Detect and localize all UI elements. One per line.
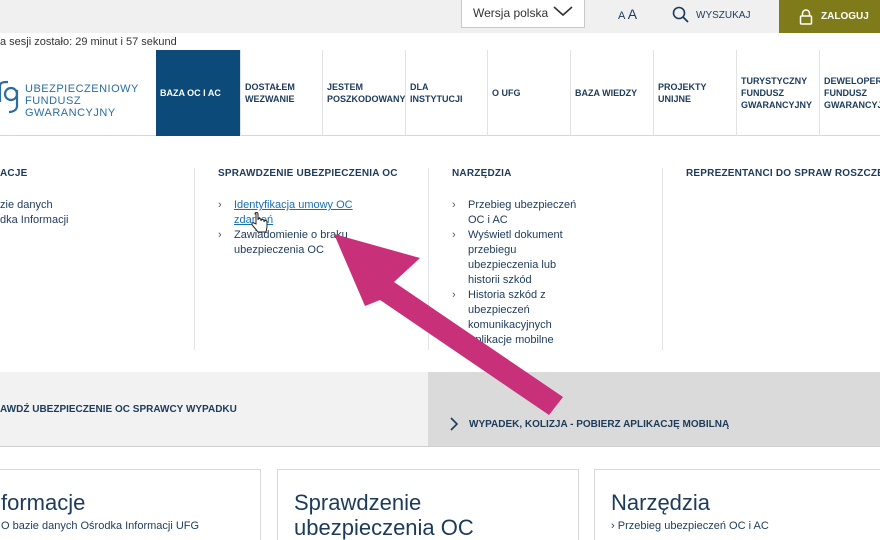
nav-item-label: BAZA OC I AC <box>160 88 221 98</box>
card-sub: O bazie danych Ośrodka Informacji UFG <box>1 520 200 532</box>
ufg-logo[interactable]: UBEZPIECZENIOWY FUNDUSZ GWARANCYJNY <box>0 66 139 122</box>
login-label: ZALOGUJ <box>821 11 869 22</box>
mega-link-label: Przebieg ubezpieczeń OC i AC <box>468 199 577 226</box>
nav-item-baza-wiedzy[interactable]: BAZA WIEDZY <box>570 50 653 136</box>
mega-col-reprezentanci: REPREZENTANCI DO SPRAW ROSZCZEŃ <box>686 168 880 179</box>
card-sprawdzenie[interactable]: Sprawdzenie ubezpieczenia OC <box>277 469 579 540</box>
search-icon <box>672 6 689 23</box>
search-label: WYSZUKAJ <box>696 9 751 21</box>
banner-left-label: AWDŹ UBEZPIECZENIE OC SPRAWCY WYPADKU <box>0 404 237 415</box>
nav-item-label: BAZA WIEDZY <box>575 88 638 98</box>
nav-item-label: DEWELOPER FUNDUSZ GWARANCYJNY <box>824 76 880 110</box>
mega-link-label: dka Informacji <box>0 214 69 226</box>
mega-link-label: Zawiadomienie o braku ubezpieczenia OC <box>234 229 348 256</box>
site-header: UBEZPIECZENIOWY FUNDUSZ GWARANCYJNY BAZA… <box>0 50 880 136</box>
banner-pobierz-aplikacje[interactable]: WYPADEK, KOLIZJA - POBIERZ APLIKACJĘ MOB… <box>428 372 880 446</box>
chevron-right-icon: › <box>452 199 456 211</box>
logo-line-2: FUNDUSZ <box>25 95 82 107</box>
column-divider <box>428 168 429 350</box>
card-informacje[interactable]: formacje O bazie danych Ośrodka Informac… <box>0 469 261 540</box>
nav-item-projekty-unijne[interactable]: PROJEKTY UNIJNE <box>653 50 736 136</box>
mega-menu: ACJE zie danych dka Informacji SPRAWDZEN… <box>0 137 880 372</box>
language-select-value: Wersja polska <box>473 6 549 20</box>
card-title-line-2: ubezpieczenia OC <box>294 515 474 540</box>
nav-item-label: O UFG <box>492 88 521 98</box>
card-sub: › Przebieg ubezpieczeń OC i AC <box>611 520 880 532</box>
column-divider <box>662 168 663 350</box>
mega-link-historia-szkod[interactable]: › Historia szkód z ubezpieczeń komunikacy… <box>452 288 582 333</box>
mega-link-aplikacje[interactable]: › Aplikacje mobilne <box>452 333 582 348</box>
column-divider <box>194 168 195 350</box>
nav-item-deweloper-fundusz[interactable]: DEWELOPER FUNDUSZ GWARANCYJNY <box>819 50 880 136</box>
font-size-small[interactable]: A <box>618 10 625 22</box>
chevron-right-icon: › <box>611 520 618 532</box>
chevron-right-icon <box>450 417 459 431</box>
card-sub-label: Przebieg ubezpieczeń OC i AC <box>617 520 769 532</box>
font-size-toggle[interactable]: A A <box>618 6 637 22</box>
top-utility-bar: Wersja polska A A WYSZUKAJ ZALOGUJ <box>0 0 880 33</box>
nav-item-o-ufg[interactable]: O UFG <box>487 50 570 136</box>
banner-right-label: WYPADEK, KOLIZJA - POBIERZ APLIKACJĘ MOB… <box>469 418 730 430</box>
banner-sprawdz-oc[interactable]: AWDŹ UBEZPIECZENIE OC SPRAWCY WYPADKU <box>0 372 428 446</box>
language-select[interactable]: Wersja polska <box>461 0 585 28</box>
mega-col-title: NARZĘDZIA <box>452 168 512 179</box>
chevron-right-icon: › <box>452 334 456 346</box>
nav-item-label: DLA INSTYTUCJI <box>410 82 463 104</box>
logo-line-1: UBEZPIECZENIOWY <box>25 83 139 95</box>
chevron-right-icon: › <box>218 199 222 211</box>
mega-link-przebieg[interactable]: › Przebieg ubezpieczeń OC i AC <box>452 198 582 228</box>
mega-link-zawiadomienie[interactable]: › Zawiadomienie o braku ubezpieczenia OC <box>218 228 368 258</box>
mega-link-label[interactable]: Identyfikacja umowy OC zdarzeń <box>234 199 353 226</box>
nav-item-label: DOSTAŁEM WEZWANIE <box>245 82 295 104</box>
mega-col-title: ACJE <box>0 168 28 179</box>
nav-item-label: TURYSTYCZNY FUNDUSZ GWARANCYJNY <box>741 76 813 110</box>
card-narzedzia[interactable]: Narzędzia › Przebieg ubezpieczeń OC i AC <box>594 469 880 540</box>
mega-col-title: SPRAWDZENIE UBEZPIECZENIA OC <box>218 168 398 179</box>
nav-item-jestem-poszkodowany[interactable]: JESTEM POSZKODOWANY <box>322 50 406 136</box>
mega-link-identyfikacja[interactable]: › Identyfikacja umowy OC zdarzeń <box>218 198 368 228</box>
search-button[interactable]: WYSZUKAJ <box>672 6 750 24</box>
nav-item-label: PROJEKTY UNIJNE <box>658 82 707 104</box>
chevron-right-icon: › <box>452 289 456 301</box>
card-title: formacje <box>1 490 86 515</box>
mega-link-wyswietl-dokument[interactable]: › Wyświetl dokument przebiegu ubezpieczen… <box>452 228 582 288</box>
ufg-logo-mark-icon <box>0 80 19 114</box>
mega-link-label: Historia szkód z ubezpieczeń komunikacyj… <box>468 289 552 331</box>
logo-text: UBEZPIECZENIOWY FUNDUSZ GWARANCYJNY <box>25 83 139 119</box>
session-timer: a sesji zostało: 29 minut i 57 sekund <box>0 36 177 48</box>
mega-link[interactable]: zie danych <box>0 198 68 213</box>
section-divider <box>0 446 880 447</box>
mega-link[interactable]: dka Informacji <box>0 213 68 228</box>
mega-col-narzedzia: NARZĘDZIA › Przebieg ubezpieczeń OC i AC … <box>452 168 582 348</box>
mega-link-label: Wyświetl dokument przebiegu ubezpieczeni… <box>468 229 563 286</box>
nav-item-dla-instytucji[interactable]: DLA INSTYTUCJI <box>405 50 487 136</box>
chevron-right-icon: › <box>452 229 456 241</box>
card-title: Narzędzia <box>611 490 711 515</box>
mega-link-label: zie danych <box>0 199 53 211</box>
logo-line-3: GWARANCYJNY <box>25 107 116 119</box>
mega-col-title: REPREZENTANCI DO SPRAW ROSZCZEŃ <box>686 168 880 179</box>
card-title-line-1: Sprawdzenie <box>294 490 422 515</box>
nav-item-turystyczny-fundusz[interactable]: TURYSTYCZNY FUNDUSZ GWARANCYJNY <box>736 50 819 136</box>
main-nav: BAZA OC I AC DOSTAŁEM WEZWANIE JESTEM PO… <box>156 50 880 136</box>
chevron-right-icon: › <box>218 229 222 241</box>
login-button[interactable]: ZALOGUJ <box>779 0 880 33</box>
lock-icon <box>799 8 813 25</box>
nav-item-baza-oc[interactable]: BAZA OC I AC <box>156 50 240 136</box>
font-size-large[interactable]: A <box>628 6 637 22</box>
mega-link-label: Aplikacje mobilne <box>468 334 554 346</box>
nav-item-dostalem-wezwanie[interactable]: DOSTAŁEM WEZWANIE <box>240 50 322 136</box>
nav-item-label: JESTEM POSZKODOWANY <box>327 82 406 104</box>
mega-col-informacje: ACJE zie danych dka Informacji <box>0 168 68 228</box>
mega-col-sprawdzenie: SPRAWDZENIE UBEZPIECZENIA OC › Identyfika… <box>218 168 398 258</box>
chevron-down-icon <box>553 6 573 17</box>
